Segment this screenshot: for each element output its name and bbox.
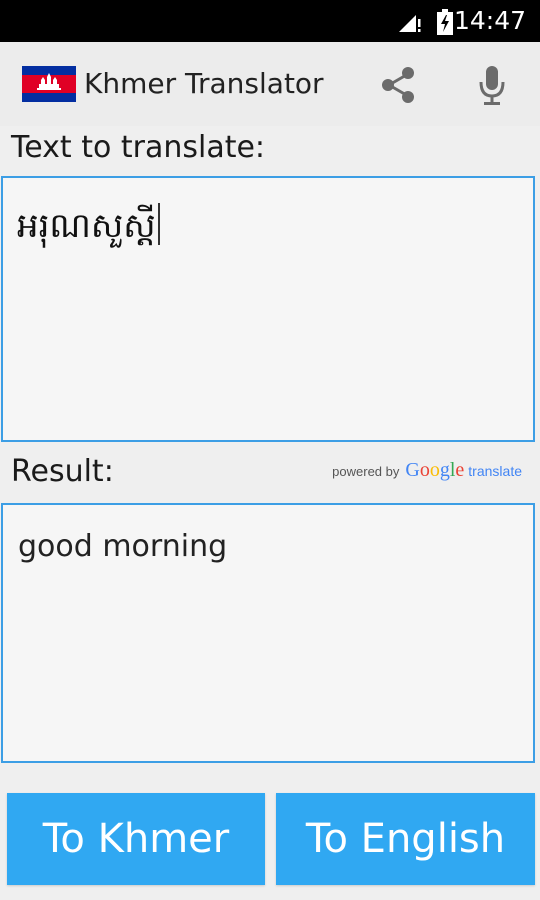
action-bar: Khmer Translator	[0, 42, 540, 126]
powered-by-text: powered by	[332, 464, 400, 479]
google-logo-letter-6: e	[455, 459, 465, 481]
status-bar: 14:47	[0, 0, 540, 42]
translate-text: translate	[468, 463, 522, 479]
status-time: 14:47	[453, 6, 526, 35]
input-text: អរុណសួស្តី	[17, 206, 156, 246]
result-text: good morning	[18, 529, 228, 564]
input-textarea[interactable]: អរុណសួស្តី	[1, 176, 535, 442]
battery-charging-icon	[437, 9, 453, 35]
input-text-wrap: អរុណសួស្តី	[17, 200, 160, 252]
google-translate-attribution: powered by Google translate	[332, 459, 522, 482]
cambodia-flag-icon	[22, 66, 76, 102]
signal-icon	[399, 15, 421, 32]
share-icon	[382, 67, 414, 103]
google-logo-letter-4: g	[439, 459, 450, 481]
share-button[interactable]	[371, 60, 425, 110]
result-textarea[interactable]: good morning	[1, 503, 535, 763]
app-title: Khmer Translator	[84, 67, 324, 100]
to-english-button[interactable]: To English	[276, 793, 535, 885]
to-khmer-button[interactable]: To Khmer	[7, 793, 265, 885]
google-logo-letter-3: o	[429, 459, 440, 481]
google-logo: Google	[405, 459, 464, 482]
voice-input-button[interactable]	[466, 60, 518, 110]
google-logo-letter-1: G	[405, 459, 420, 481]
microphone-icon	[479, 66, 505, 105]
input-label: Text to translate:	[11, 130, 266, 165]
google-logo-letter-2: o	[419, 459, 430, 481]
result-label: Result:	[11, 454, 114, 489]
text-cursor	[157, 203, 160, 245]
